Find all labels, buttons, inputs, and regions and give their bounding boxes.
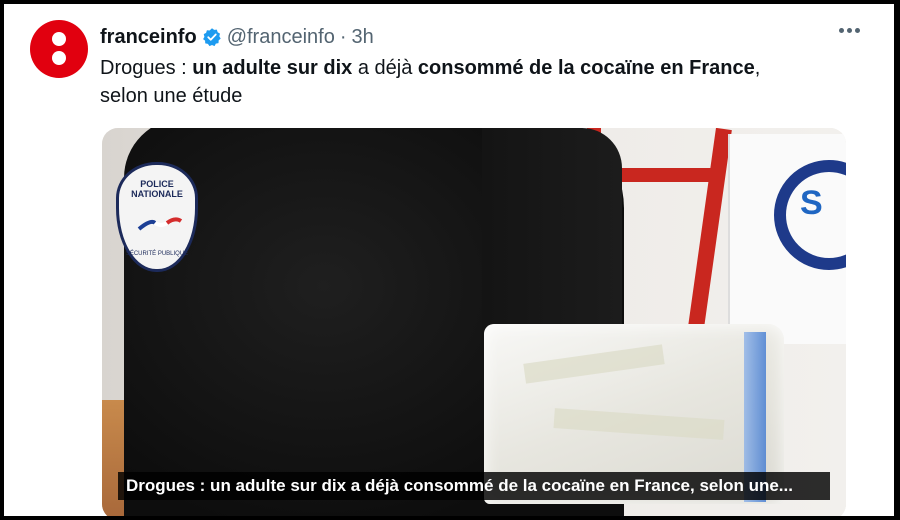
more-dot xyxy=(855,28,860,33)
police-patch: POLICE NATIONALE SÉCURITÉ PUBLIQUE xyxy=(116,162,198,272)
logo-dot xyxy=(52,51,66,65)
verified-badge-icon xyxy=(202,28,221,47)
patch-line: NATIONALE xyxy=(131,189,183,199)
sign-text: S xyxy=(800,184,823,222)
separator: · xyxy=(339,25,347,48)
more-dot xyxy=(847,28,852,33)
more-dot xyxy=(839,28,844,33)
media-image[interactable]: S POLICE NATIONALE SÉCURITÉ PUBLIQUE Dro… xyxy=(102,128,846,516)
tricolor-icon xyxy=(137,217,183,231)
tweet-text-part: Drogues : xyxy=(100,57,193,79)
timestamp[interactable]: 3h xyxy=(352,26,374,49)
package-tape xyxy=(523,344,665,384)
police-sign: S xyxy=(728,134,846,344)
patch-subtext: SÉCURITÉ PUBLIQUE xyxy=(125,251,189,257)
more-icon[interactable] xyxy=(839,28,860,33)
tweet-text-part: , xyxy=(754,57,761,79)
tweet-text-bold: un adulte sur dix xyxy=(192,57,353,79)
tweet-text-part: a déjà xyxy=(352,57,418,79)
patch-text: POLICE NATIONALE xyxy=(119,179,195,199)
patch-line: POLICE xyxy=(140,179,174,189)
logo-dot xyxy=(52,32,66,46)
avatar[interactable] xyxy=(30,20,88,78)
media-caption: Drogues : un adulte sur dix a déjà conso… xyxy=(118,472,830,500)
tweet-text-bold: consommé de la cocaïne en France xyxy=(417,57,755,79)
tweet-text-part: selon une étude xyxy=(100,85,243,107)
handle[interactable]: @franceinfo xyxy=(227,26,335,49)
tweet-card: franceinfo @franceinfo · 3h Drogues : un… xyxy=(4,4,894,516)
tweet-header: franceinfo @franceinfo · 3h xyxy=(100,24,374,50)
display-name[interactable]: franceinfo xyxy=(100,26,197,49)
package-tape xyxy=(553,408,725,440)
tweet-text: Drogues : un adulte sur dix a déjà conso… xyxy=(100,54,840,110)
